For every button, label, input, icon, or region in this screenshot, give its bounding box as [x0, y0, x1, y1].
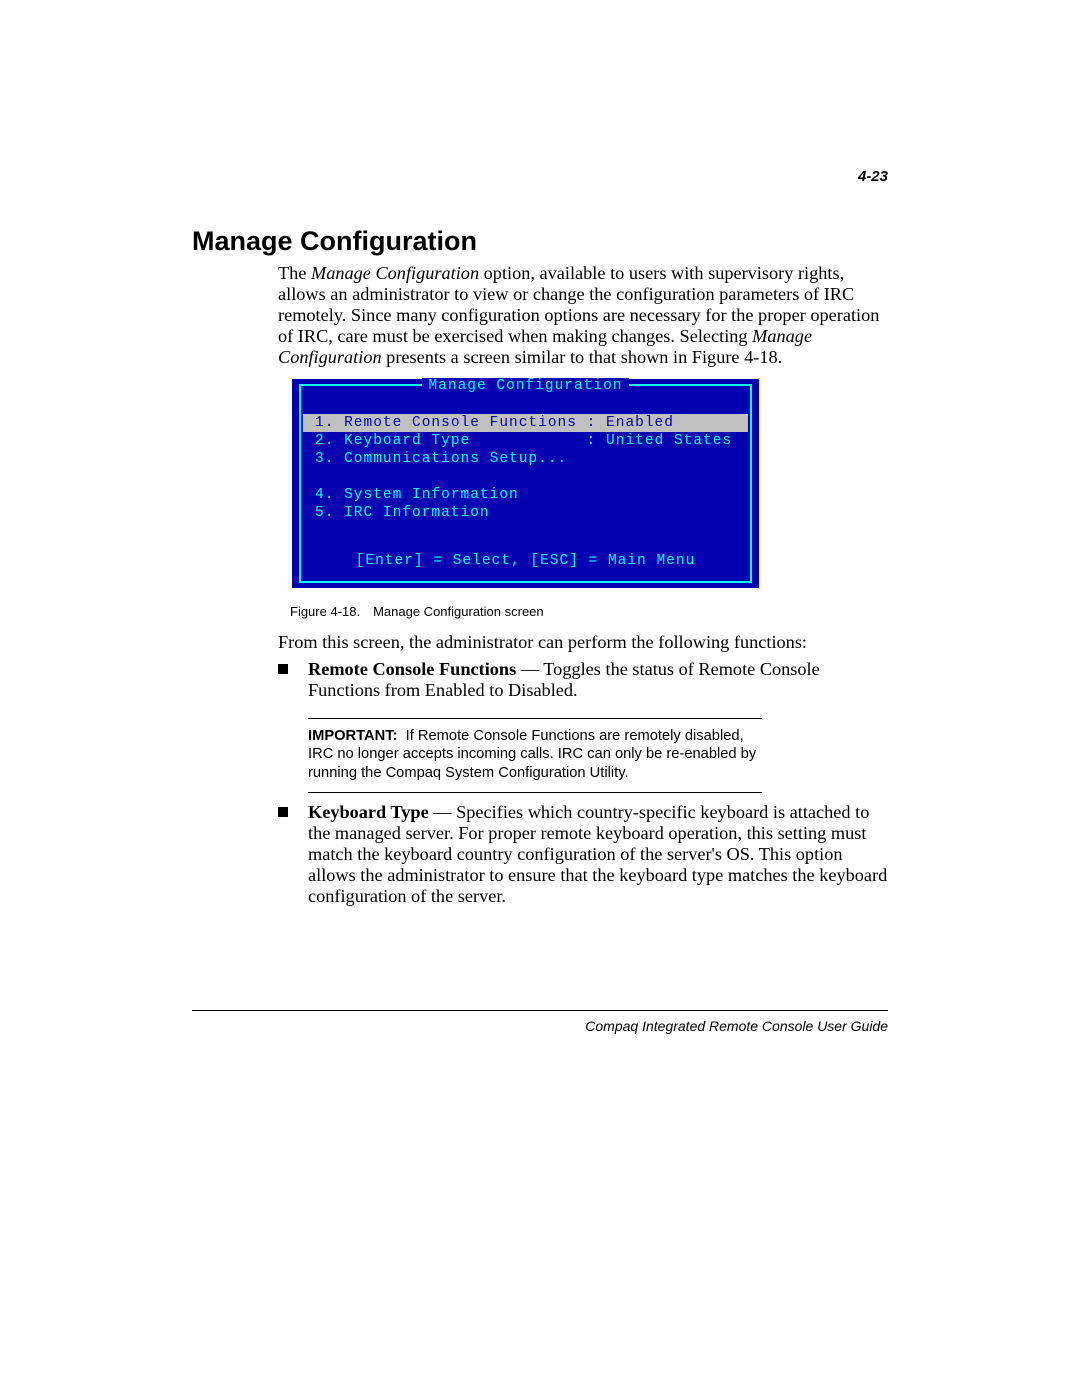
bullet-square-icon [278, 802, 308, 907]
console-title-wrap: Manage Configuration [301, 376, 750, 394]
console-footer-hint: [Enter] = Select, [ESC] = Main Menu [301, 553, 750, 569]
intro-paragraph: The Manage Configuration option, availab… [278, 263, 888, 368]
bullet-square-icon [278, 659, 308, 701]
intro-text-pre: The [278, 263, 311, 283]
important-note: IMPORTANT: If Remote Console Functions a… [308, 718, 762, 793]
bullet-item-remote-console: Remote Console Functions — Toggles the s… [278, 659, 888, 701]
console-gap [303, 468, 748, 486]
intro-text-post: presents a screen similar to that shown … [382, 347, 783, 367]
bullet-item-keyboard-type: Keyboard Type — Specifies which country-… [278, 802, 888, 907]
followup-paragraph: From this screen, the administrator can … [278, 632, 888, 653]
important-label: IMPORTANT: [308, 728, 397, 744]
console-item-3: 3. Communications Setup... [303, 450, 748, 468]
console-item-2: 2. Keyboard Type : United States [303, 432, 748, 450]
console-menu: 1. Remote Console Functions : Enabled 2.… [303, 414, 748, 522]
document-page: 4-23 Manage Configuration The Manage Con… [0, 0, 1080, 1397]
bullet-bold: Remote Console Functions [308, 659, 516, 679]
footer-text: Compaq Integrated Remote Console User Gu… [585, 1018, 888, 1034]
bullet-text: Keyboard Type — Specifies which country-… [308, 802, 888, 907]
console-item-5: 5. IRC Information [303, 504, 748, 522]
intro-emphasis-1: Manage Configuration [311, 263, 479, 283]
console-border: Manage Configuration 1. Remote Console F… [299, 384, 752, 583]
console-screenshot: Manage Configuration 1. Remote Console F… [290, 377, 761, 590]
figure-caption: Figure 4-18. Manage Configuration screen [290, 604, 544, 619]
footer-rule [192, 1010, 888, 1011]
bullet-text: Remote Console Functions — Toggles the s… [308, 659, 888, 701]
console-item-1: 1. Remote Console Functions : Enabled [303, 414, 748, 432]
section-heading: Manage Configuration [192, 226, 477, 257]
page-number: 4-23 [858, 168, 888, 185]
console-item-4: 4. System Information [303, 486, 748, 504]
bullet-bold: Keyboard Type [308, 802, 429, 822]
console-title: Manage Configuration [422, 378, 628, 394]
